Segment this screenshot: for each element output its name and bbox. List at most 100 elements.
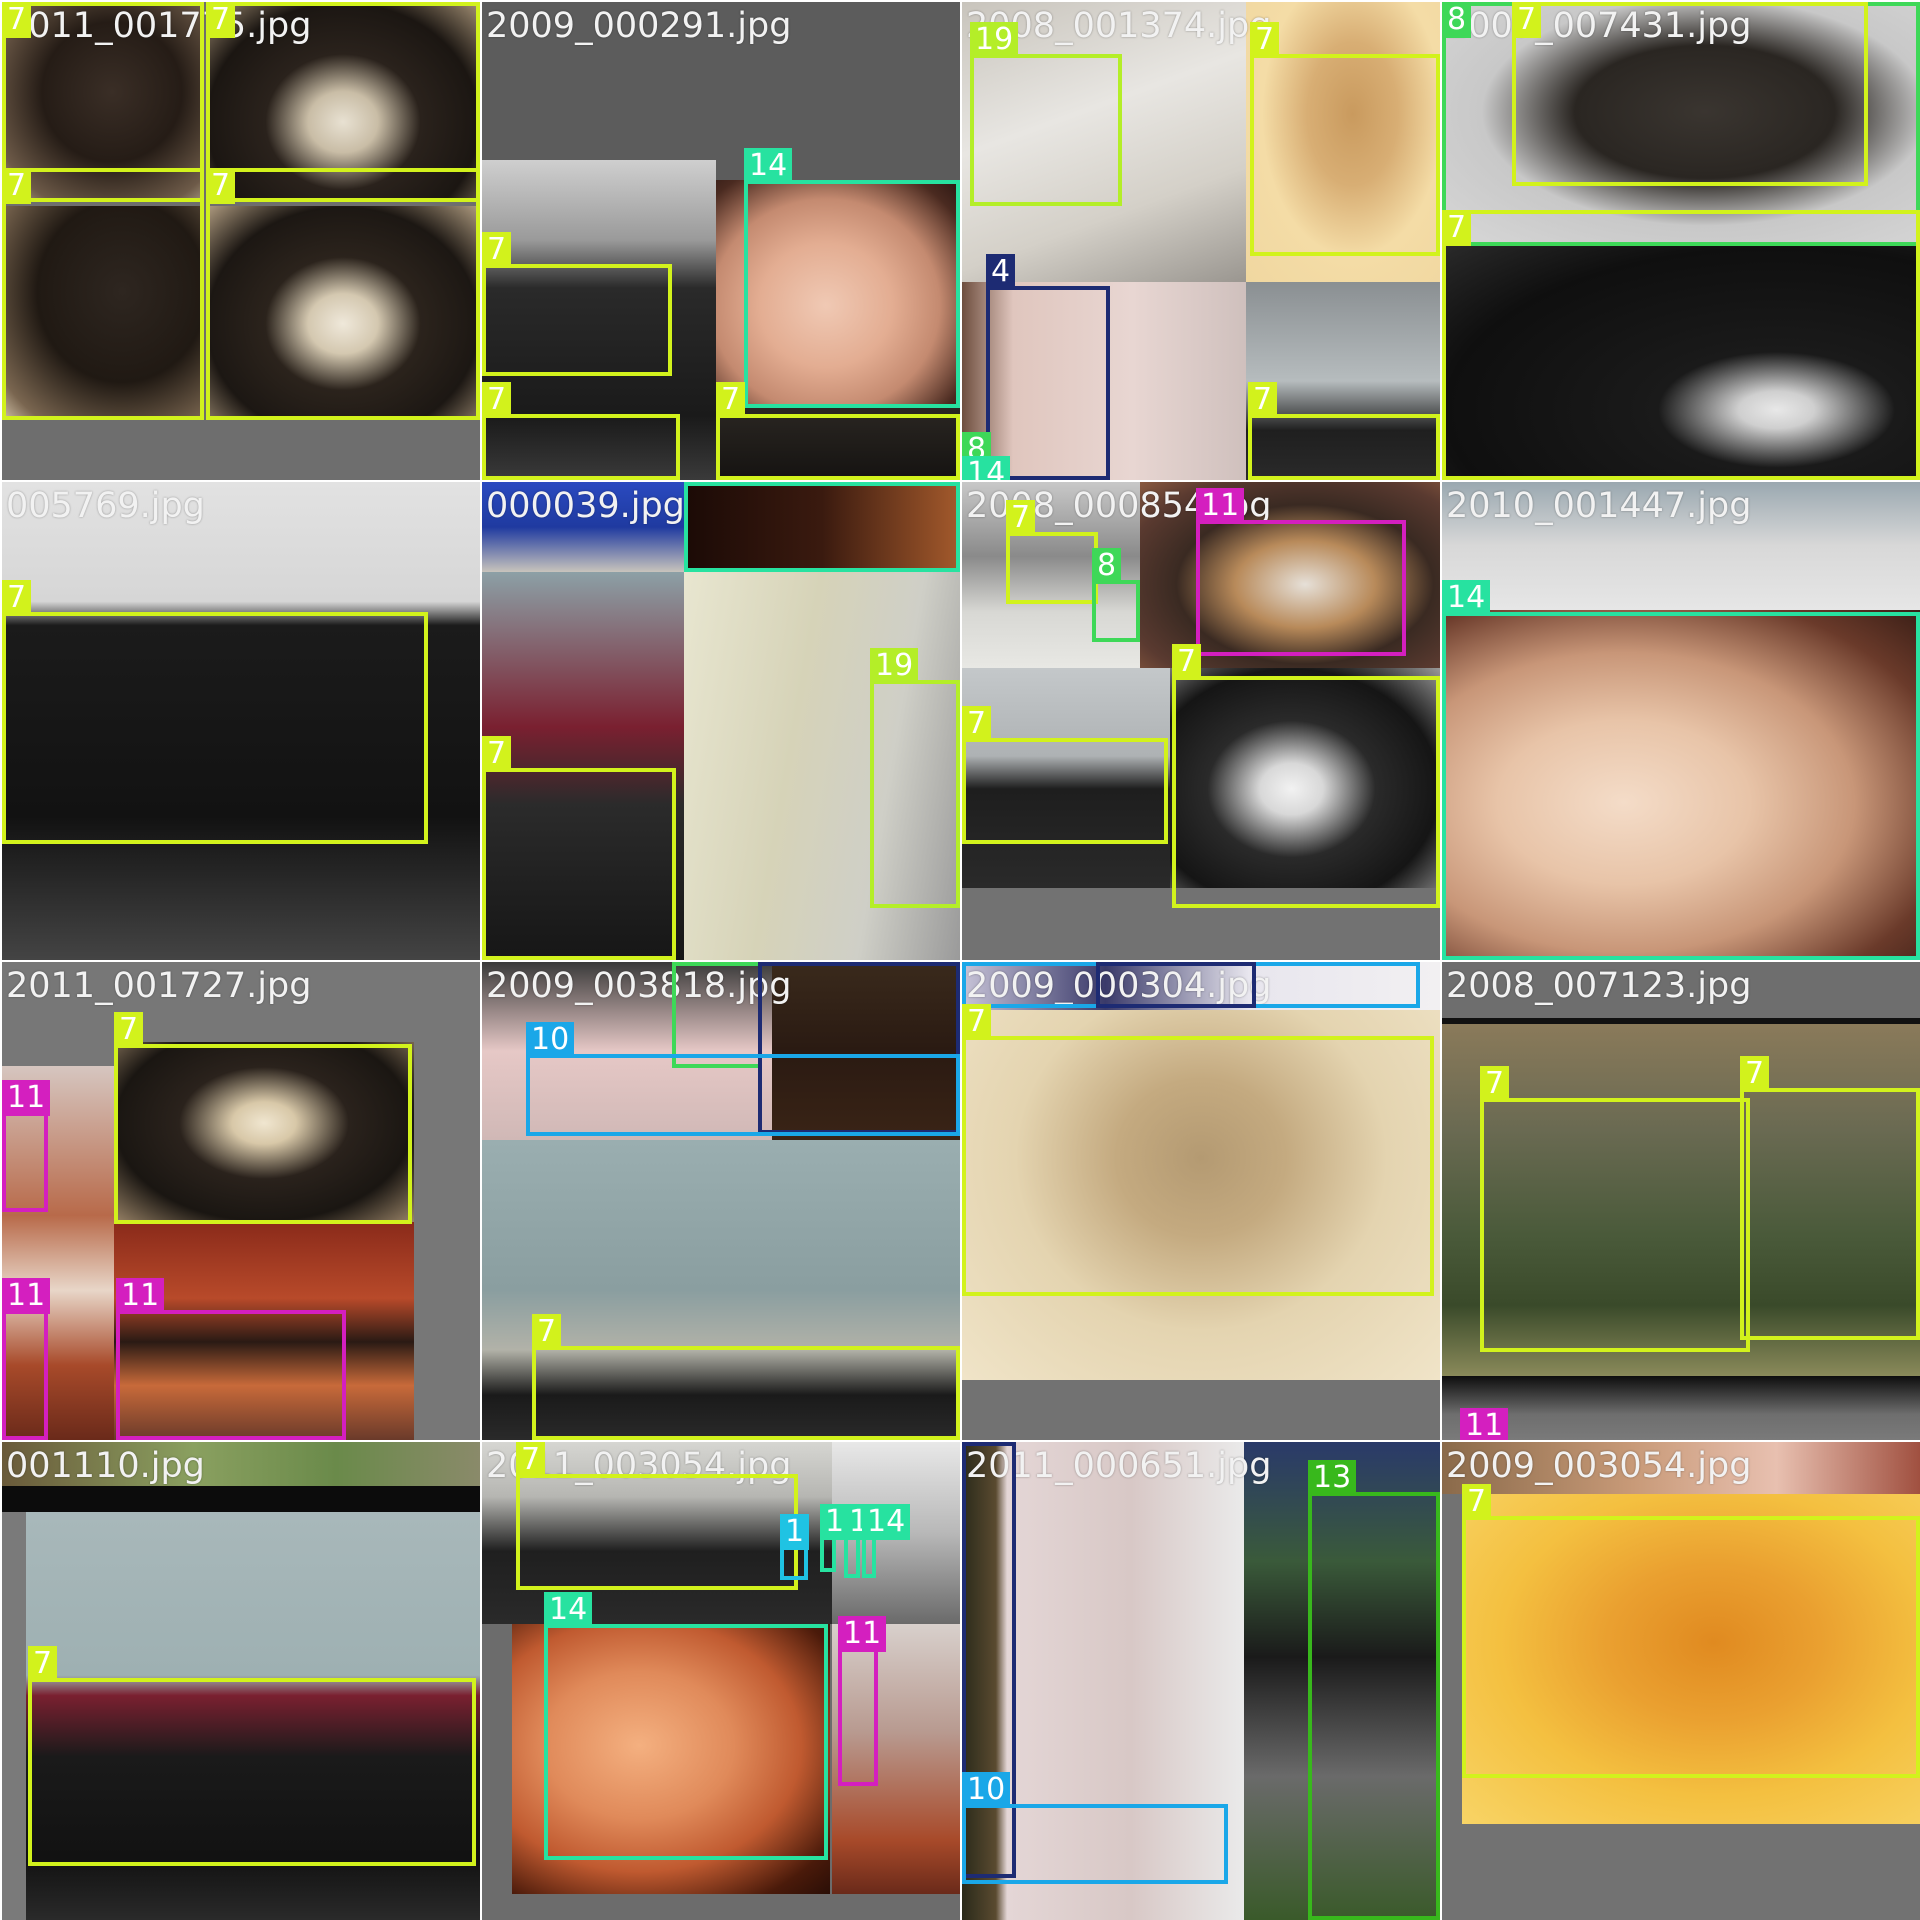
mosaic-tile: 2009_003054.jpg 7: [1442, 1442, 1920, 1920]
bbox-class-14: 14: [862, 1504, 911, 1578]
bbox-class-7: 7: [482, 736, 676, 960]
class-label: 14: [962, 456, 1011, 480]
image-filename: 2011_001727.jpg: [6, 966, 312, 1006]
class-label: 7: [1512, 2, 1542, 38]
bbox-class-8: 8: [672, 962, 762, 1068]
bbox-class-14: 14: [820, 1504, 869, 1572]
bbox-class-7: 7: [716, 382, 960, 480]
bbox-class-10: 10: [962, 1772, 1228, 1884]
class-label: 7: [1740, 1056, 1770, 1092]
bbox-class-7: 7: [206, 168, 480, 420]
class-label: 7: [1248, 382, 1278, 418]
bbox-class-7: 7: [482, 382, 680, 480]
class-label: 7: [962, 706, 992, 742]
bbox-class-11: 11: [116, 1278, 346, 1440]
bbox-class-11: 11: [838, 1616, 887, 1786]
class-label: 7: [962, 1004, 992, 1040]
mosaic-tile: 2011_000651.jpg 4 10 13: [962, 1442, 1440, 1920]
bbox-class-4: 4: [1096, 962, 1256, 1008]
class-label: 7: [716, 382, 746, 418]
image-filename: 001110.jpg: [6, 1446, 205, 1486]
class-label: 7: [1462, 1484, 1492, 1520]
bbox-class-19: 19: [870, 648, 960, 908]
mosaic-tile: 2010_001447.jpg 14: [1442, 482, 1920, 960]
class-label: 8: [672, 962, 702, 966]
class-label: 14: [684, 482, 733, 486]
image-filename: 005769.jpg: [6, 486, 205, 526]
bbox-class-7: 7: [482, 232, 672, 376]
mosaic-tile: 2011_001727.jpg 7 11 11 11: [2, 962, 480, 1440]
image-filename: 000039.jpg: [486, 486, 685, 526]
bbox-class-19: 19: [970, 22, 1122, 206]
bbox-class-7: 7: [962, 1004, 1434, 1296]
bbox-class-11: 11: [2, 1080, 51, 1212]
bbox-class-11: 11: [1196, 488, 1406, 656]
class-label: 14: [862, 1504, 911, 1540]
bbox-class-14: 14: [684, 482, 960, 572]
class-label: 11: [1196, 488, 1245, 524]
mosaic-tile: 2008_001374.jpg 19 7 4 7 8 14: [962, 2, 1440, 480]
class-label: 7: [28, 1646, 58, 1682]
bbox-class-7: 7: [2, 580, 428, 844]
mosaic-tile: 2007_007431.jpg 8 7 7: [1442, 2, 1920, 480]
class-label: 11: [116, 1278, 165, 1314]
mosaic-tile: 2011_003054.jpg 7 14 1 14 14 14 11: [482, 1442, 960, 1920]
bbox-class-7: 7: [532, 1314, 960, 1440]
bbox-class-4: 4: [986, 254, 1110, 480]
mosaic-tile: 005769.jpg 7: [2, 482, 480, 960]
class-label: 7: [206, 2, 236, 38]
bbox-class-7: 7: [2, 168, 204, 420]
class-label: 14: [544, 1592, 593, 1628]
class-label: 10: [526, 1022, 575, 1058]
bbox-class-7: 7: [1480, 1066, 1750, 1352]
image-filename: 2009_003054.jpg: [1446, 1446, 1752, 1486]
image-filename: 2009_000291.jpg: [486, 6, 792, 46]
bbox-class-11: 11: [2, 1278, 51, 1440]
class-label: 8: [1442, 2, 1472, 38]
bbox-class-8: 8: [1092, 548, 1140, 642]
class-label: 4: [986, 254, 1016, 290]
class-label: 4: [1096, 962, 1126, 966]
class-label: 19: [970, 22, 1019, 58]
class-label: 7: [114, 1012, 144, 1048]
class-label: 14: [1442, 580, 1491, 616]
class-label: 19: [870, 648, 919, 684]
class-label: 7: [2, 168, 32, 204]
class-label: 7: [1442, 210, 1472, 246]
image-filename: 2008_007123.jpg: [1446, 966, 1752, 1006]
mosaic-tile: 000039.jpg 14 19 7: [482, 482, 960, 960]
bbox-class-14: 14: [544, 1592, 828, 1860]
class-label: 11: [2, 1278, 51, 1314]
class-label: 1: [780, 1514, 810, 1550]
mosaic-tile: 2011_001775.jpg 7 7 7 7: [2, 2, 480, 480]
bbox-class-7: 7: [1740, 1056, 1920, 1340]
class-label: 11: [838, 1616, 887, 1652]
bbox-class-7: 7: [114, 1012, 412, 1224]
mosaic-tile: 2008_000854.jpg 7 8 11 7 7: [962, 482, 1440, 960]
class-label: 7: [532, 1314, 562, 1350]
class-label: 7: [1006, 500, 1036, 536]
bbox-class-7: 7: [28, 1646, 476, 1866]
class-label: 14: [744, 148, 793, 184]
class-label: 7: [1250, 22, 1280, 58]
bbox-class-10: 10: [526, 1022, 960, 1136]
class-label: 7: [2, 2, 32, 38]
class-label: 4: [962, 1442, 992, 1446]
mosaic-tile: 2008_007123.jpg 7 7 11: [1442, 962, 1920, 1440]
class-label: 11: [1460, 1408, 1509, 1440]
bbox-class-7: 7: [1442, 210, 1920, 480]
class-label: 10: [962, 1772, 1011, 1808]
class-label: 7: [206, 168, 236, 204]
bbox-class-7: 7: [1172, 644, 1440, 908]
class-label: 7: [1172, 644, 1202, 680]
augmented-training-batch-mosaic: 2011_001775.jpg 7 7 7 7 2009_000291.jpg …: [0, 0, 1920, 1920]
class-label: 7: [2, 580, 32, 616]
bbox-class-7: 7: [962, 706, 1168, 844]
bbox-class-14: 14: [844, 1504, 893, 1578]
bbox-class-7: 7: [1462, 1484, 1920, 1778]
class-label: 11: [2, 1080, 51, 1116]
bbox-class-1: 1: [780, 1514, 810, 1580]
bbox-class-14: 14: [744, 148, 960, 408]
bottom-strip: [1442, 1376, 1920, 1440]
bbox-class-14: 14: [1442, 580, 1920, 960]
